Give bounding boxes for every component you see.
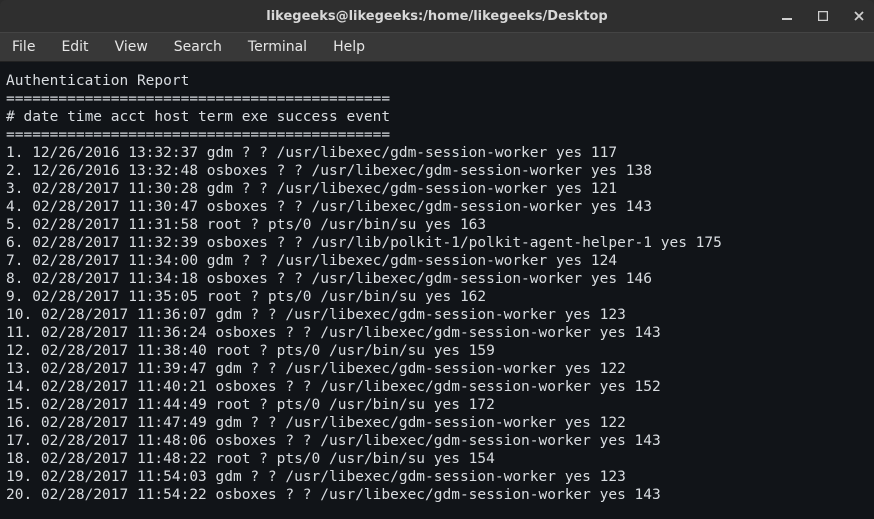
report-row: 6. 02/28/2017 11:32:39 osboxes ? ? /usr/… [6, 234, 868, 252]
report-row: 18. 02/28/2017 11:48:22 root ? pts/0 /us… [6, 450, 868, 468]
report-row: 8. 02/28/2017 11:34:18 osboxes ? ? /usr/… [6, 270, 868, 288]
report-row: 9. 02/28/2017 11:35:05 root ? pts/0 /usr… [6, 288, 868, 306]
report-row: 12. 02/28/2017 11:38:40 root ? pts/0 /us… [6, 342, 868, 360]
window-title: likegeeks@likegeeks:/home/likegeeks/Desk… [0, 9, 874, 24]
report-row: 15. 02/28/2017 11:44:49 root ? pts/0 /us… [6, 396, 868, 414]
menu-terminal[interactable]: Terminal [244, 37, 311, 57]
report-row: 5. 02/28/2017 11:31:58 root ? pts/0 /usr… [6, 216, 868, 234]
window-controls [778, 0, 868, 32]
terminal-window: likegeeks@likegeeks:/home/likegeeks/Desk… [0, 0, 874, 519]
report-separator: ========================================… [6, 90, 868, 108]
report-row: 7. 02/28/2017 11:34:00 gdm ? ? /usr/libe… [6, 252, 868, 270]
report-row: 13. 02/28/2017 11:39:47 gdm ? ? /usr/lib… [6, 360, 868, 378]
menu-help[interactable]: Help [329, 37, 369, 57]
minimize-icon [782, 11, 792, 21]
report-row: 20. 02/28/2017 11:54:22 osboxes ? ? /usr… [6, 486, 868, 504]
report-row: 14. 02/28/2017 11:40:21 osboxes ? ? /usr… [6, 378, 868, 396]
report-row: 16. 02/28/2017 11:47:49 gdm ? ? /usr/lib… [6, 414, 868, 432]
close-icon [854, 11, 864, 21]
report-row: 19. 02/28/2017 11:54:03 gdm ? ? /usr/lib… [6, 468, 868, 486]
menubar: File Edit View Search Terminal Help [0, 32, 874, 62]
maximize-icon [818, 11, 828, 21]
report-row: 2. 12/26/2016 13:32:48 osboxes ? ? /usr/… [6, 162, 868, 180]
report-row: 11. 02/28/2017 11:36:24 osboxes ? ? /usr… [6, 324, 868, 342]
titlebar[interactable]: likegeeks@likegeeks:/home/likegeeks/Desk… [0, 0, 874, 32]
report-separator: ========================================… [6, 126, 868, 144]
report-row: 4. 02/28/2017 11:30:47 osboxes ? ? /usr/… [6, 198, 868, 216]
maximize-button[interactable] [814, 7, 832, 25]
report-title: Authentication Report [6, 72, 868, 90]
menu-search[interactable]: Search [170, 37, 226, 57]
report-row: 1. 12/26/2016 13:32:37 gdm ? ? /usr/libe… [6, 144, 868, 162]
report-row: 17. 02/28/2017 11:48:06 osboxes ? ? /usr… [6, 432, 868, 450]
report-row: 10. 02/28/2017 11:36:07 gdm ? ? /usr/lib… [6, 306, 868, 324]
terminal-output[interactable]: Authentication Report===================… [0, 62, 874, 519]
minimize-button[interactable] [778, 7, 796, 25]
menu-edit[interactable]: Edit [57, 37, 92, 57]
menu-file[interactable]: File [8, 37, 39, 57]
menu-view[interactable]: View [111, 37, 152, 57]
report-row: 3. 02/28/2017 11:30:28 gdm ? ? /usr/libe… [6, 180, 868, 198]
close-button[interactable] [850, 7, 868, 25]
report-header: # date time acct host term exe success e… [6, 108, 868, 126]
